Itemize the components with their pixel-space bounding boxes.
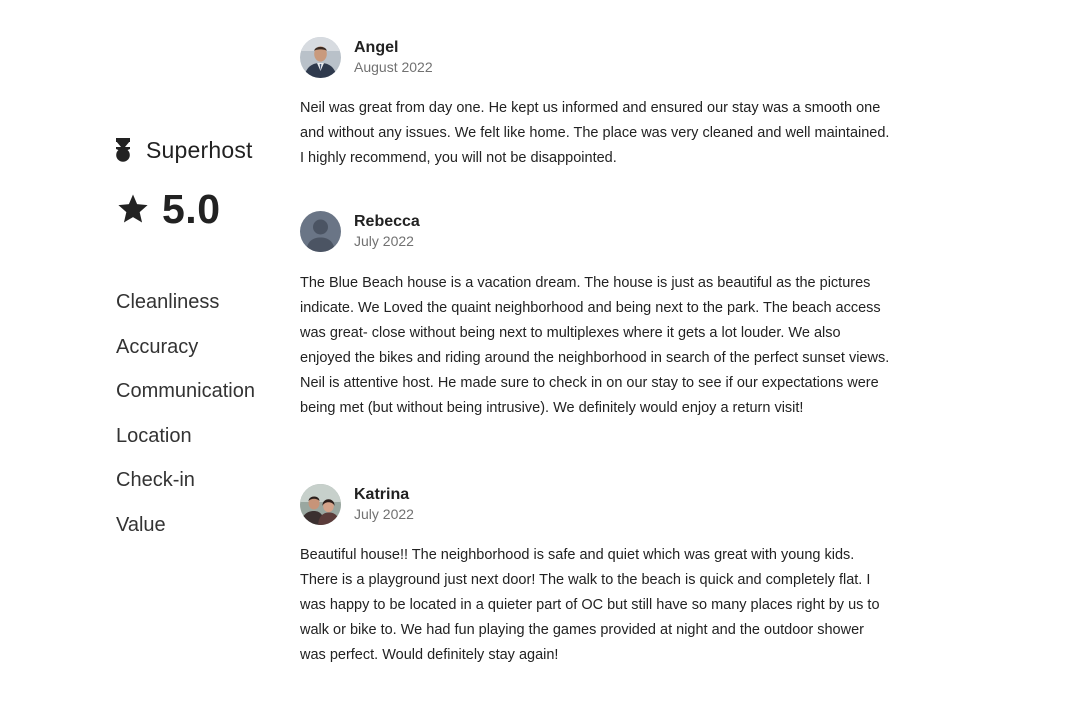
review-text: Neil was great from day one. He kept us … — [300, 100, 890, 166]
review-text: The Blue Beach house is a vacation dream… — [300, 275, 890, 416]
avatar[interactable] — [300, 483, 341, 525]
overall-rating: 5.0 — [116, 185, 286, 233]
reviewer-name: Rebecca — [354, 212, 420, 230]
category-value: Value — [116, 513, 166, 536]
category-location: Location — [116, 424, 192, 447]
review-header: Katrina July 2022 — [300, 483, 900, 525]
reviewer-name: Angel — [354, 38, 399, 56]
review-header: Rebecca July 2022 — [300, 210, 900, 252]
rating-categories: Cleanliness Accuracy Communication Locat… — [116, 280, 255, 547]
review-item: Angel August 2022 Neil was great from da… — [300, 36, 900, 171]
review-item: Katrina July 2022 Beautiful house!! The … — [300, 483, 900, 668]
avatar[interactable] — [300, 210, 341, 252]
category-check-in: Check-in — [116, 469, 195, 491]
review-date: July 2022 — [354, 232, 414, 249]
review-item: Rebecca July 2022 The Blue Beach house i… — [300, 210, 900, 421]
category-communication: Communication — [116, 380, 255, 402]
superhost-label: Superhost — [146, 136, 253, 163]
rating-value: 5.0 — [162, 185, 221, 232]
review-date: July 2022 — [354, 505, 414, 522]
review-header: Angel August 2022 — [300, 36, 900, 78]
category-cleanliness: Cleanliness — [116, 291, 220, 313]
star-icon — [116, 192, 150, 226]
superhost-badge: Superhost — [116, 132, 286, 168]
category-accuracy: Accuracy — [116, 335, 199, 358]
rating-summary: Superhost 5.0 Cleanliness Accuracy Commu… — [116, 132, 286, 536]
superhost-icon — [116, 138, 130, 162]
review-text: Beautiful house!! The neighborhood is sa… — [300, 547, 880, 663]
review-date: August 2022 — [354, 58, 433, 75]
avatar[interactable] — [300, 36, 341, 78]
reviewer-name: Katrina — [354, 485, 410, 503]
